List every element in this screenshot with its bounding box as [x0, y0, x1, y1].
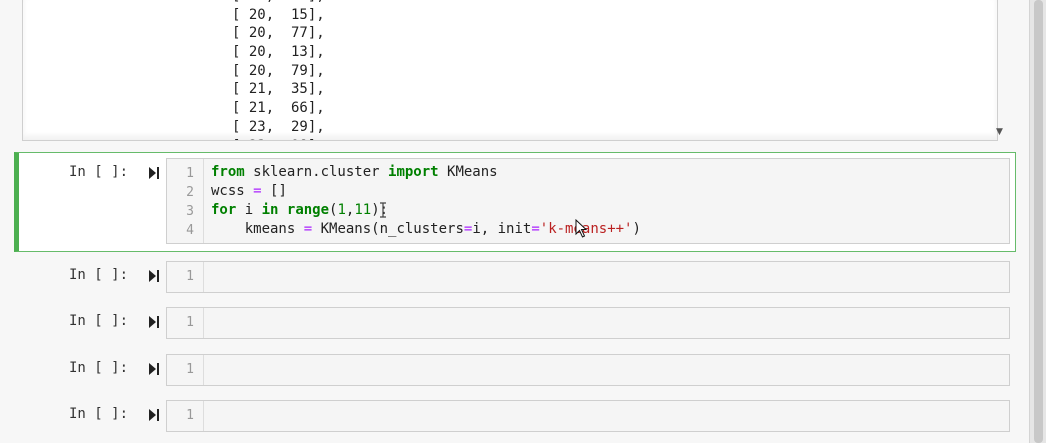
text-cursor-icon: [380, 202, 386, 218]
mouse-pointer-icon: [575, 219, 588, 238]
run-cell-icon[interactable]: [148, 362, 160, 376]
code-token: =: [531, 221, 540, 237]
code-token: KMeans(n_clusters: [312, 221, 464, 237]
output-line: [ 20, 13],: [232, 44, 325, 61]
code-token: range: [286, 202, 330, 218]
line-number: 1: [186, 269, 194, 284]
output-line: [ 21, 66],: [232, 100, 325, 117]
cell-prompt: In [ ]:: [69, 360, 129, 376]
run-cell-icon[interactable]: [148, 269, 160, 283]
output-line: [ 19, 99],: [232, 0, 325, 6]
code-cell[interactable]: In [ ]: 1 2 3 4 from sklearn.cluster import K…: [14, 152, 1016, 252]
run-cell-icon[interactable]: [148, 315, 160, 329]
code-token: in: [261, 202, 279, 218]
code-token: =: [253, 183, 262, 199]
code-cell[interactable]: In [ ]: 1: [14, 304, 1016, 344]
code-token: sklearn.cluster: [244, 164, 389, 180]
run-cell-icon[interactable]: [148, 166, 160, 180]
code-token: from: [211, 164, 245, 180]
code-line[interactable]: wcss = []: [211, 183, 287, 199]
output-line: [ 20, 77],: [232, 25, 325, 42]
output-line: [ 21, 35],: [232, 81, 325, 98]
code-editor[interactable]: 1: [166, 400, 1010, 432]
code-token: i, init: [472, 221, 532, 237]
line-number: 1: [186, 166, 194, 181]
code-cell[interactable]: In [ ]: 1: [14, 351, 1016, 391]
code-token: 1: [337, 202, 346, 218]
code-token: for: [211, 202, 237, 218]
scroll-down-arrow-icon[interactable]: ▼: [996, 127, 1006, 139]
line-number-gutter: 1: [167, 401, 204, 431]
scrollbar-thumb[interactable]: [1034, 0, 1043, 443]
output-text: [ 19, 99],[ 20, 15], [ 20, 77], [ 20, 13],…: [232, 0, 325, 141]
line-number: 1: [186, 315, 194, 330]
code-token: KMeans: [438, 164, 498, 180]
code-token: []: [261, 183, 287, 199]
notebook-page: [ 19, 99],[ 20, 15], [ 20, 77], [ 20, 13],…: [0, 0, 1030, 443]
code-token: =: [303, 221, 313, 237]
run-cell-icon[interactable]: [148, 408, 160, 422]
code-line[interactable]: from sklearn.cluster import KMeans: [211, 164, 498, 180]
line-number-gutter: 1 2 3 4: [167, 159, 204, 243]
code-editor[interactable]: 1: [166, 261, 1010, 293]
code-token: wcss: [211, 183, 254, 199]
code-editor[interactable]: 1 2 3 4 from sklearn.cluster import KMeans wc…: [166, 158, 1010, 244]
code-token: i: [236, 202, 262, 218]
line-number: 3: [186, 204, 194, 219]
cell-prompt: In [ ]:: [69, 406, 129, 422]
output-line: [ 20, 15],: [232, 6, 325, 23]
cell-prompt: In [ ]:: [69, 267, 129, 283]
line-number: 1: [186, 408, 194, 423]
output-line: [ 20, 79],: [232, 62, 325, 79]
code-token: ): [632, 221, 641, 237]
line-number-gutter: 1: [167, 262, 204, 292]
code-token: 11: [354, 202, 372, 218]
code-cell[interactable]: In [ ]: 1: [14, 258, 1016, 298]
page-scrollbar[interactable]: [1029, 0, 1046, 443]
code-editor[interactable]: 1: [166, 354, 1010, 386]
output-line: [ 23, 98],: [232, 137, 325, 141]
line-number: 1: [186, 362, 194, 377]
code-token: kmeans: [211, 221, 304, 237]
line-number-gutter: 1: [167, 308, 204, 338]
line-number: 2: [186, 185, 194, 200]
code-editor[interactable]: 1: [166, 307, 1010, 339]
output-line: [ 23, 29],: [232, 118, 325, 135]
cell-output-area[interactable]: [ 19, 99],[ 20, 15], [ 20, 77], [ 20, 13],…: [22, 0, 998, 141]
cell-prompt: In [ ]:: [69, 164, 129, 180]
cell-prompt: In [ ]:: [69, 313, 129, 329]
code-token: import: [388, 164, 439, 180]
code-cell[interactable]: In [ ]: 1: [14, 397, 1016, 437]
code-line[interactable]: for i in range(1,11):: [211, 202, 388, 218]
line-number: 4: [186, 223, 194, 238]
line-number-gutter: 1: [167, 355, 204, 385]
